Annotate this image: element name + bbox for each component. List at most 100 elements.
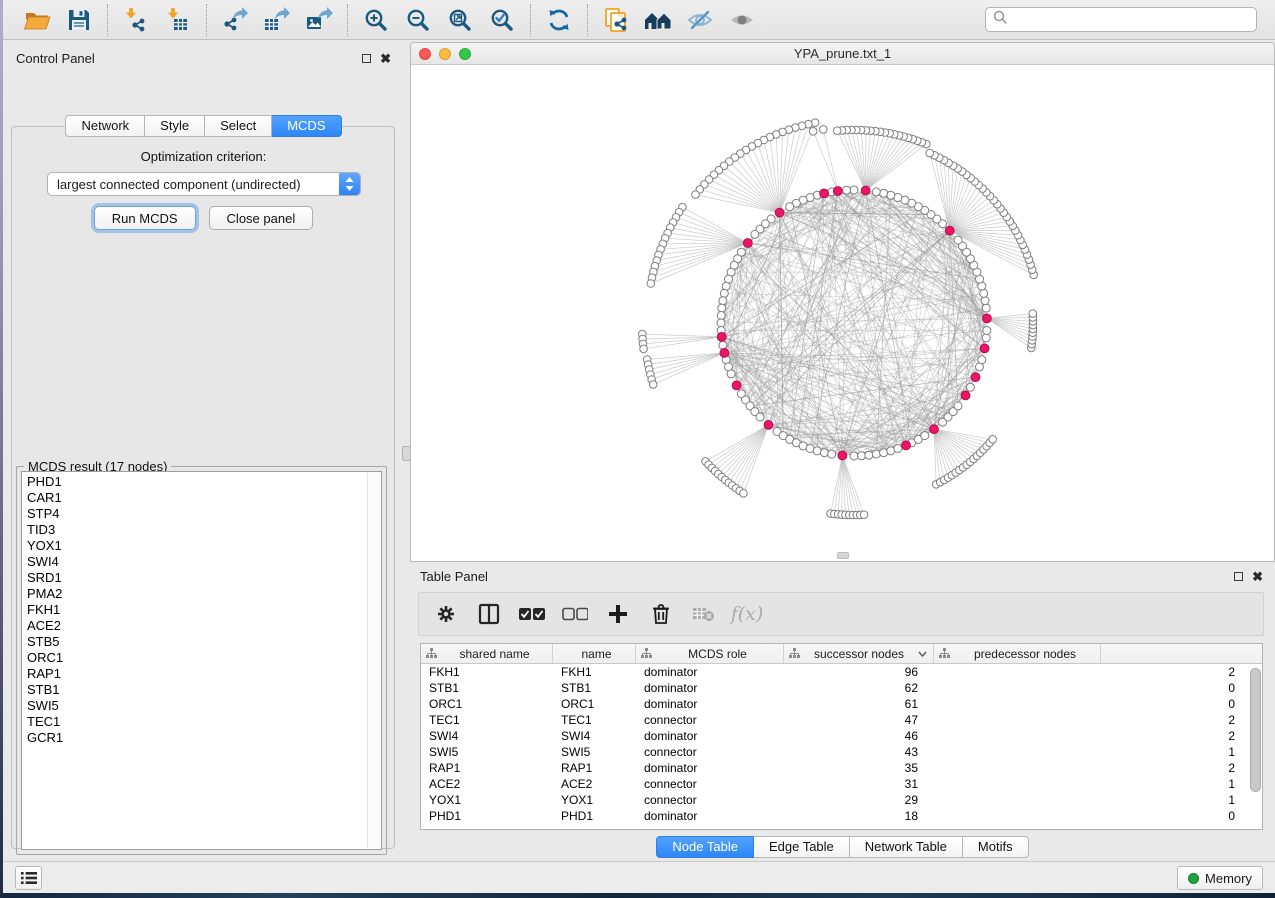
table-row[interactable]: YOX1YOX1connector291 bbox=[421, 792, 1262, 808]
task-history-button[interactable] bbox=[15, 866, 42, 890]
column-header-mcds-role[interactable]: MCDS role bbox=[636, 644, 784, 663]
table-cell: TEC1 bbox=[553, 712, 636, 728]
table-row[interactable]: FKH1FKH1dominator962 bbox=[421, 664, 1262, 680]
export-table-icon[interactable] bbox=[262, 5, 292, 35]
mcds-result-item[interactable]: CAR1 bbox=[27, 490, 365, 506]
criterion-dropdown[interactable]: largest connected component (undirected) bbox=[47, 172, 361, 196]
search-input[interactable] bbox=[1012, 11, 1249, 28]
window-minimize-button[interactable] bbox=[439, 48, 451, 60]
network-canvas[interactable] bbox=[411, 65, 1274, 561]
tab-select[interactable]: Select bbox=[205, 115, 272, 137]
table-scrollbar[interactable] bbox=[1250, 668, 1261, 792]
window-close-button[interactable] bbox=[419, 48, 431, 60]
table-row[interactable]: PHD1PHD1dominator180 bbox=[421, 808, 1262, 824]
close-panel-button[interactable]: Close panel bbox=[209, 206, 314, 230]
sort-desc-icon[interactable] bbox=[918, 651, 927, 657]
table-panel-title: Table Panel bbox=[420, 569, 488, 584]
table-row[interactable]: RAP1RAP1dominator352 bbox=[421, 760, 1262, 776]
close-panel-icon[interactable]: ✖ bbox=[380, 52, 391, 65]
show-columns-icon[interactable] bbox=[476, 601, 502, 627]
zoom-in-icon[interactable] bbox=[361, 5, 391, 35]
table-cell: 18 bbox=[784, 808, 934, 824]
table-row[interactable]: SWI4SWI4dominator462 bbox=[421, 728, 1262, 744]
float-panel-icon[interactable] bbox=[362, 54, 371, 63]
column-header-predecessor-nodes[interactable]: predecessor nodes bbox=[934, 644, 1101, 663]
delete-table-icon bbox=[691, 601, 717, 627]
tab-network[interactable]: Network bbox=[65, 115, 145, 137]
table-row[interactable]: STB1STB1dominator620 bbox=[421, 680, 1262, 696]
unselect-all-columns-icon[interactable] bbox=[562, 601, 588, 627]
table-cell: SWI5 bbox=[421, 744, 553, 760]
main-toolbar bbox=[3, 0, 1275, 40]
mcds-result-item[interactable]: ACE2 bbox=[27, 618, 365, 634]
mcds-result-item[interactable]: TID3 bbox=[27, 522, 365, 538]
column-type-icon bbox=[426, 648, 437, 659]
clone-network-icon[interactable] bbox=[601, 5, 631, 35]
table-cell: 1 bbox=[934, 776, 1251, 792]
zoom-fit-icon[interactable] bbox=[445, 5, 475, 35]
zoom-selected-icon[interactable] bbox=[487, 5, 517, 35]
table-cell: 46 bbox=[784, 728, 934, 744]
export-network-icon[interactable] bbox=[220, 5, 250, 35]
mcds-result-item[interactable]: SWI4 bbox=[27, 554, 365, 570]
mcds-result-list[interactable]: PHD1CAR1STP4TID3YOX1SWI4SRD1PMA2FKH1ACE2… bbox=[21, 471, 382, 850]
run-mcds-button[interactable]: Run MCDS bbox=[94, 206, 196, 230]
export-image-icon[interactable] bbox=[304, 5, 334, 35]
table-row[interactable]: ACE2ACE2connector311 bbox=[421, 776, 1262, 792]
close-table-panel-icon[interactable]: ✖ bbox=[1252, 570, 1263, 583]
import-table-icon[interactable] bbox=[163, 5, 193, 35]
network-resize-grip[interactable] bbox=[837, 552, 849, 559]
tab-style[interactable]: Style bbox=[145, 115, 205, 137]
tab-network-table[interactable]: Network Table bbox=[850, 836, 963, 858]
tab-edge-table[interactable]: Edge Table bbox=[754, 836, 850, 858]
mcds-result-item[interactable]: ORC1 bbox=[27, 650, 365, 666]
column-header-shared-name[interactable]: shared name bbox=[421, 644, 553, 663]
table-cell: YOX1 bbox=[421, 792, 553, 808]
first-neighbors-icon[interactable] bbox=[643, 5, 673, 35]
save-session-icon[interactable] bbox=[64, 5, 94, 35]
show-all-icon[interactable] bbox=[727, 5, 757, 35]
zoom-out-icon[interactable] bbox=[403, 5, 433, 35]
float-table-panel-icon[interactable] bbox=[1234, 572, 1243, 581]
open-file-icon[interactable] bbox=[22, 5, 52, 35]
import-network-icon[interactable] bbox=[121, 5, 151, 35]
column-label: predecessor nodes bbox=[950, 647, 1100, 661]
select-all-columns-icon[interactable] bbox=[519, 601, 545, 627]
delete-row-icon[interactable] bbox=[648, 601, 674, 627]
result-list-scrollbar[interactable] bbox=[367, 473, 380, 848]
column-header-successor-nodes[interactable]: successor nodes bbox=[784, 644, 934, 663]
mcds-result-item[interactable]: YOX1 bbox=[27, 538, 365, 554]
mcds-result-item[interactable]: RAP1 bbox=[27, 666, 365, 682]
hide-selected-icon[interactable] bbox=[685, 5, 715, 35]
column-header-name[interactable]: name bbox=[553, 644, 636, 663]
mcds-result-item[interactable]: STP4 bbox=[27, 506, 365, 522]
mcds-result-item[interactable]: SRD1 bbox=[27, 570, 365, 586]
column-label: name bbox=[558, 647, 635, 661]
table-cell: YOX1 bbox=[553, 792, 636, 808]
mcds-result-item[interactable]: TEC1 bbox=[27, 714, 365, 730]
mcds-result-item[interactable]: STB1 bbox=[27, 682, 365, 698]
table-row[interactable]: TEC1TEC1connector472 bbox=[421, 712, 1262, 728]
desktop-edge-bottom bbox=[0, 893, 1275, 898]
refresh-icon[interactable] bbox=[544, 5, 574, 35]
table-settings-icon[interactable] bbox=[433, 601, 459, 627]
mcds-result-item[interactable]: SWI5 bbox=[27, 698, 365, 714]
memory-button[interactable]: Memory bbox=[1177, 866, 1263, 890]
column-label: shared name bbox=[437, 647, 552, 661]
mcds-result-item[interactable]: STB5 bbox=[27, 634, 365, 650]
mcds-result-item[interactable]: PHD1 bbox=[27, 474, 365, 490]
control-panel-tabs: NetworkStyleSelectMCDS bbox=[65, 115, 341, 137]
table-cell: dominator bbox=[636, 696, 784, 712]
tab-node-table[interactable]: Node Table bbox=[656, 836, 754, 858]
window-zoom-button[interactable] bbox=[459, 48, 471, 60]
table-row[interactable]: ORC1ORC1dominator610 bbox=[421, 696, 1262, 712]
network-graph[interactable] bbox=[411, 65, 1274, 561]
search-box[interactable] bbox=[985, 7, 1257, 32]
mcds-result-item[interactable]: FKH1 bbox=[27, 602, 365, 618]
tab-mcds[interactable]: MCDS bbox=[272, 115, 341, 137]
mcds-result-item[interactable]: PMA2 bbox=[27, 586, 365, 602]
mcds-result-item[interactable]: GCR1 bbox=[27, 730, 365, 746]
table-row[interactable]: SWI5SWI5connector431 bbox=[421, 744, 1262, 760]
tab-motifs[interactable]: Motifs bbox=[963, 836, 1029, 858]
add-row-icon[interactable] bbox=[605, 601, 631, 627]
